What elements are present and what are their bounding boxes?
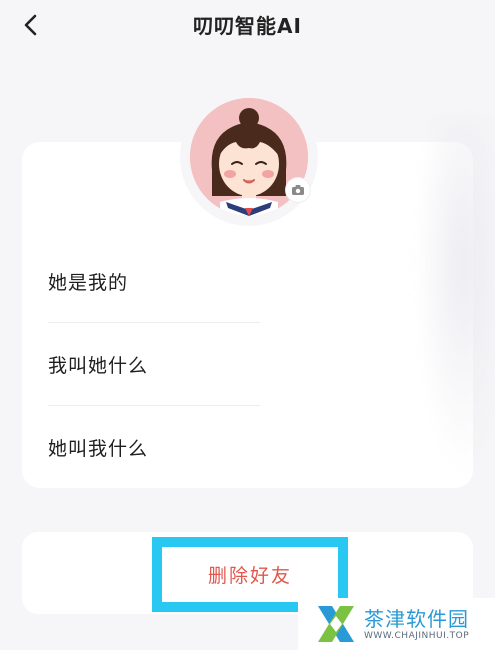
watermark: 茶津软件园 WWW.CHAJINHUI.TOP xyxy=(298,598,495,650)
watermark-en: WWW.CHAJINHUI.TOP xyxy=(364,631,470,641)
relation-label: 她叫我什么 xyxy=(48,437,149,460)
relation-item-what-i-call-her[interactable]: 我叫她什么 xyxy=(48,323,258,405)
relation-item-what-she-calls-me[interactable]: 她叫我什么 xyxy=(48,406,258,488)
delete-friend-label: 删除好友 xyxy=(207,565,292,587)
page-title: 叨叨智能AI xyxy=(193,14,302,38)
avatar-ring xyxy=(180,88,318,226)
header-bar: 叨叨智能AI xyxy=(0,0,495,52)
watermark-text: 茶津软件园 WWW.CHAJINHUI.TOP xyxy=(364,607,469,641)
camera-icon xyxy=(292,185,304,195)
watermark-cn: 茶津软件园 xyxy=(364,607,469,631)
watermark-x-logo xyxy=(318,606,354,642)
page: 叨叨智能AI 她是我的 我叫她什么 她叫我什么 删除好友 茶津软件园 WWW.C… xyxy=(0,0,495,650)
relation-label: 我叫她什么 xyxy=(48,354,149,377)
change-avatar-button[interactable] xyxy=(286,178,310,202)
relation-item-she-is-my[interactable]: 她是我的 xyxy=(48,240,258,322)
relation-label: 她是我的 xyxy=(48,271,129,294)
